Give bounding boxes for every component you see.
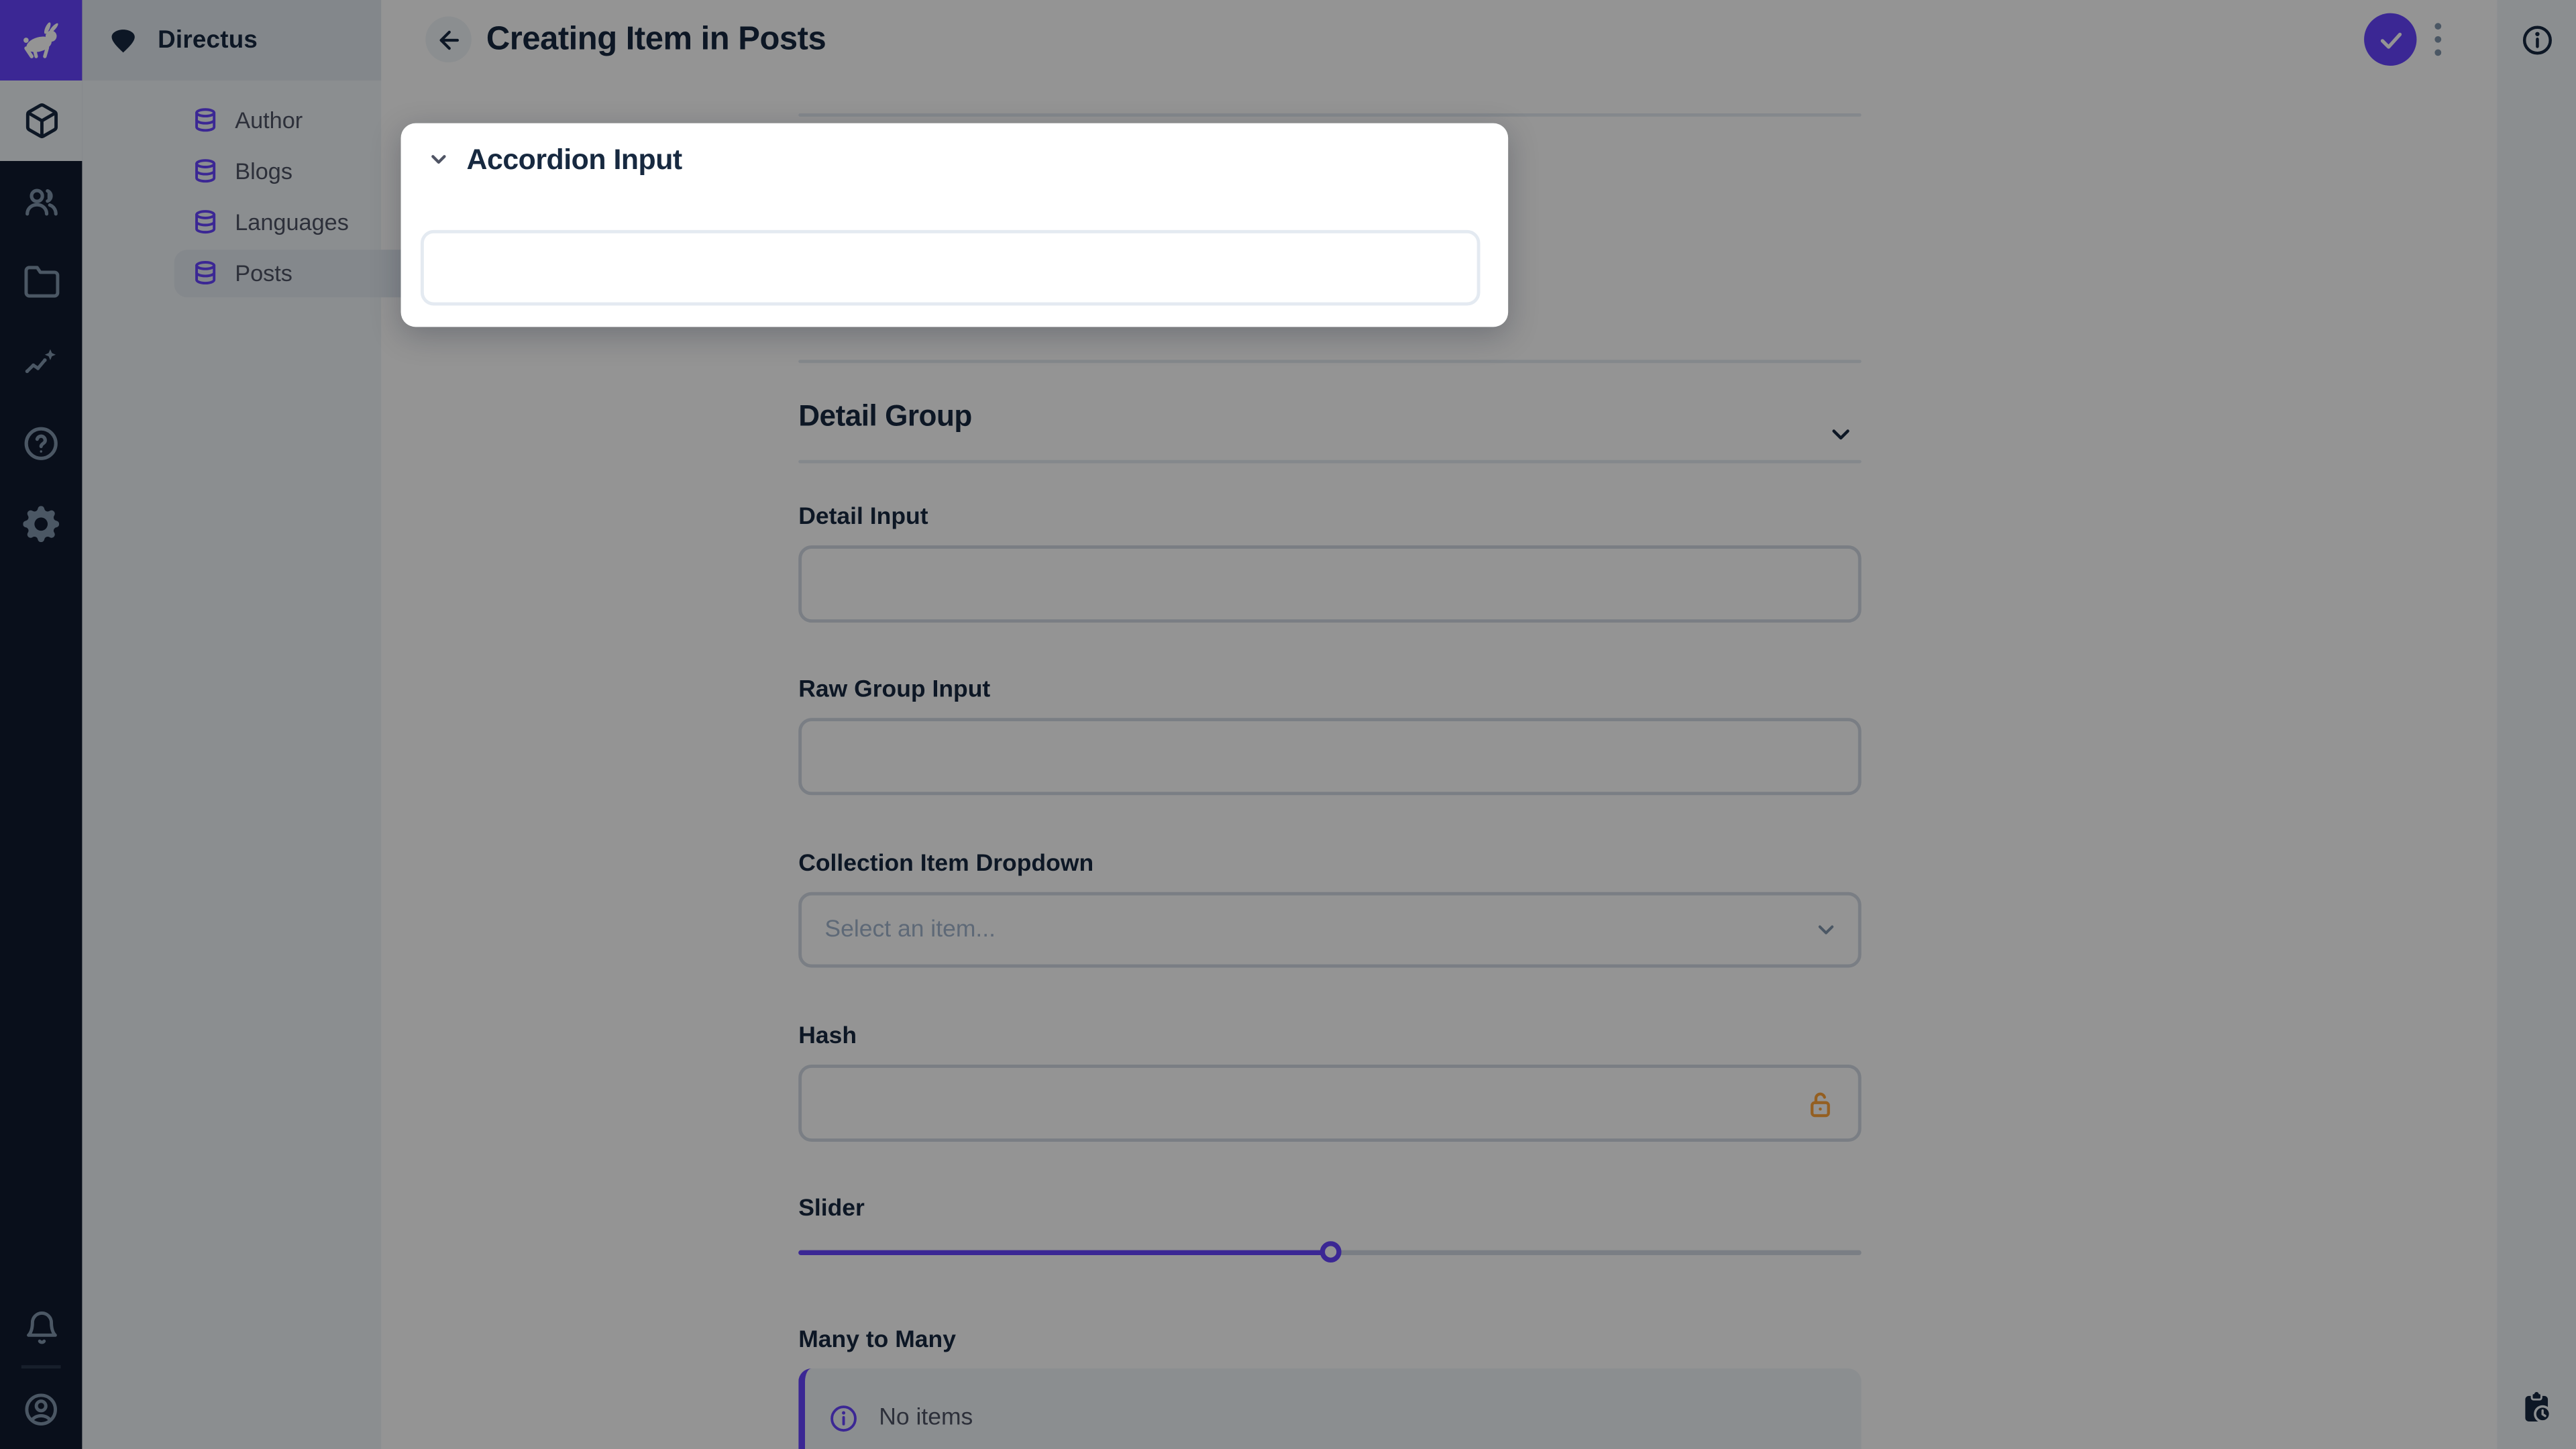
app-root: Creating Item in Posts Detail Group Deta… <box>0 0 2576 1449</box>
accordion-title: Accordion Input <box>467 142 682 176</box>
chevron-down-icon <box>427 148 450 170</box>
accordion-toggle[interactable]: Accordion Input <box>427 136 682 182</box>
accordion-input-field[interactable] <box>421 230 1481 306</box>
accordion-spotlight-card: Accordion Input <box>401 123 1509 327</box>
